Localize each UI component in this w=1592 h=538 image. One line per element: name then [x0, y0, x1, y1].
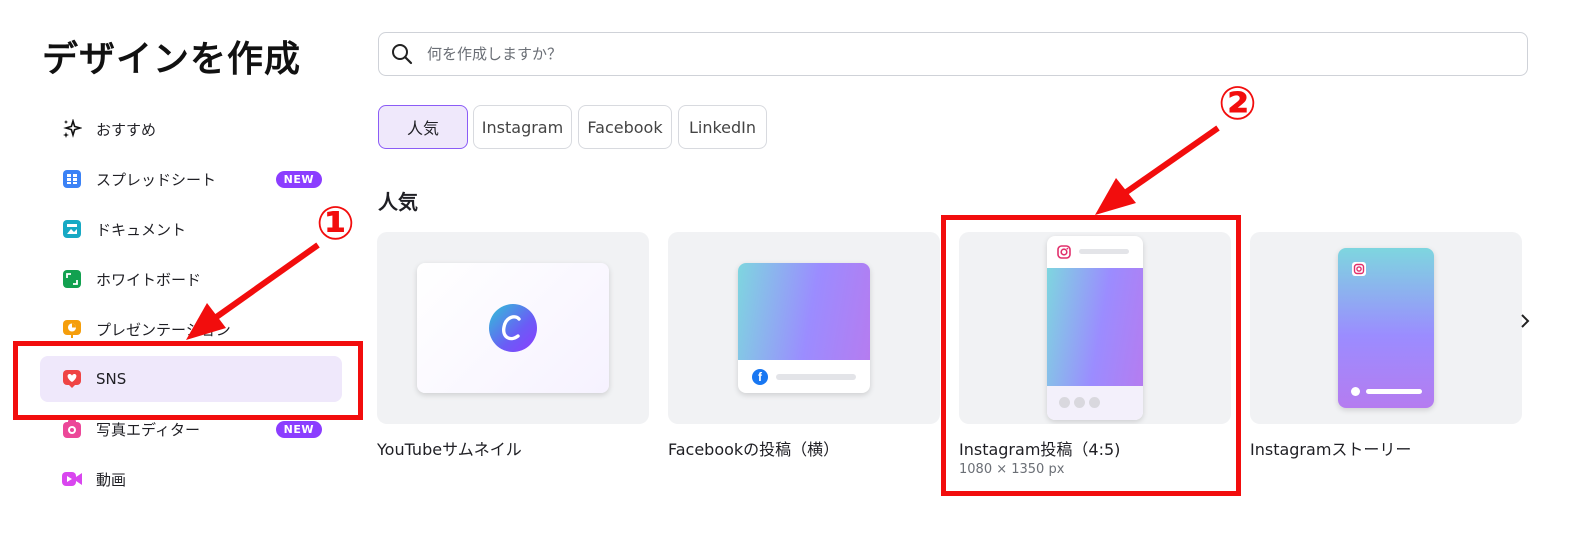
annotation-arrows [186, 125, 1220, 340]
annotation-arrow-two [1095, 178, 1136, 215]
annotation-arrow-one [186, 303, 226, 340]
